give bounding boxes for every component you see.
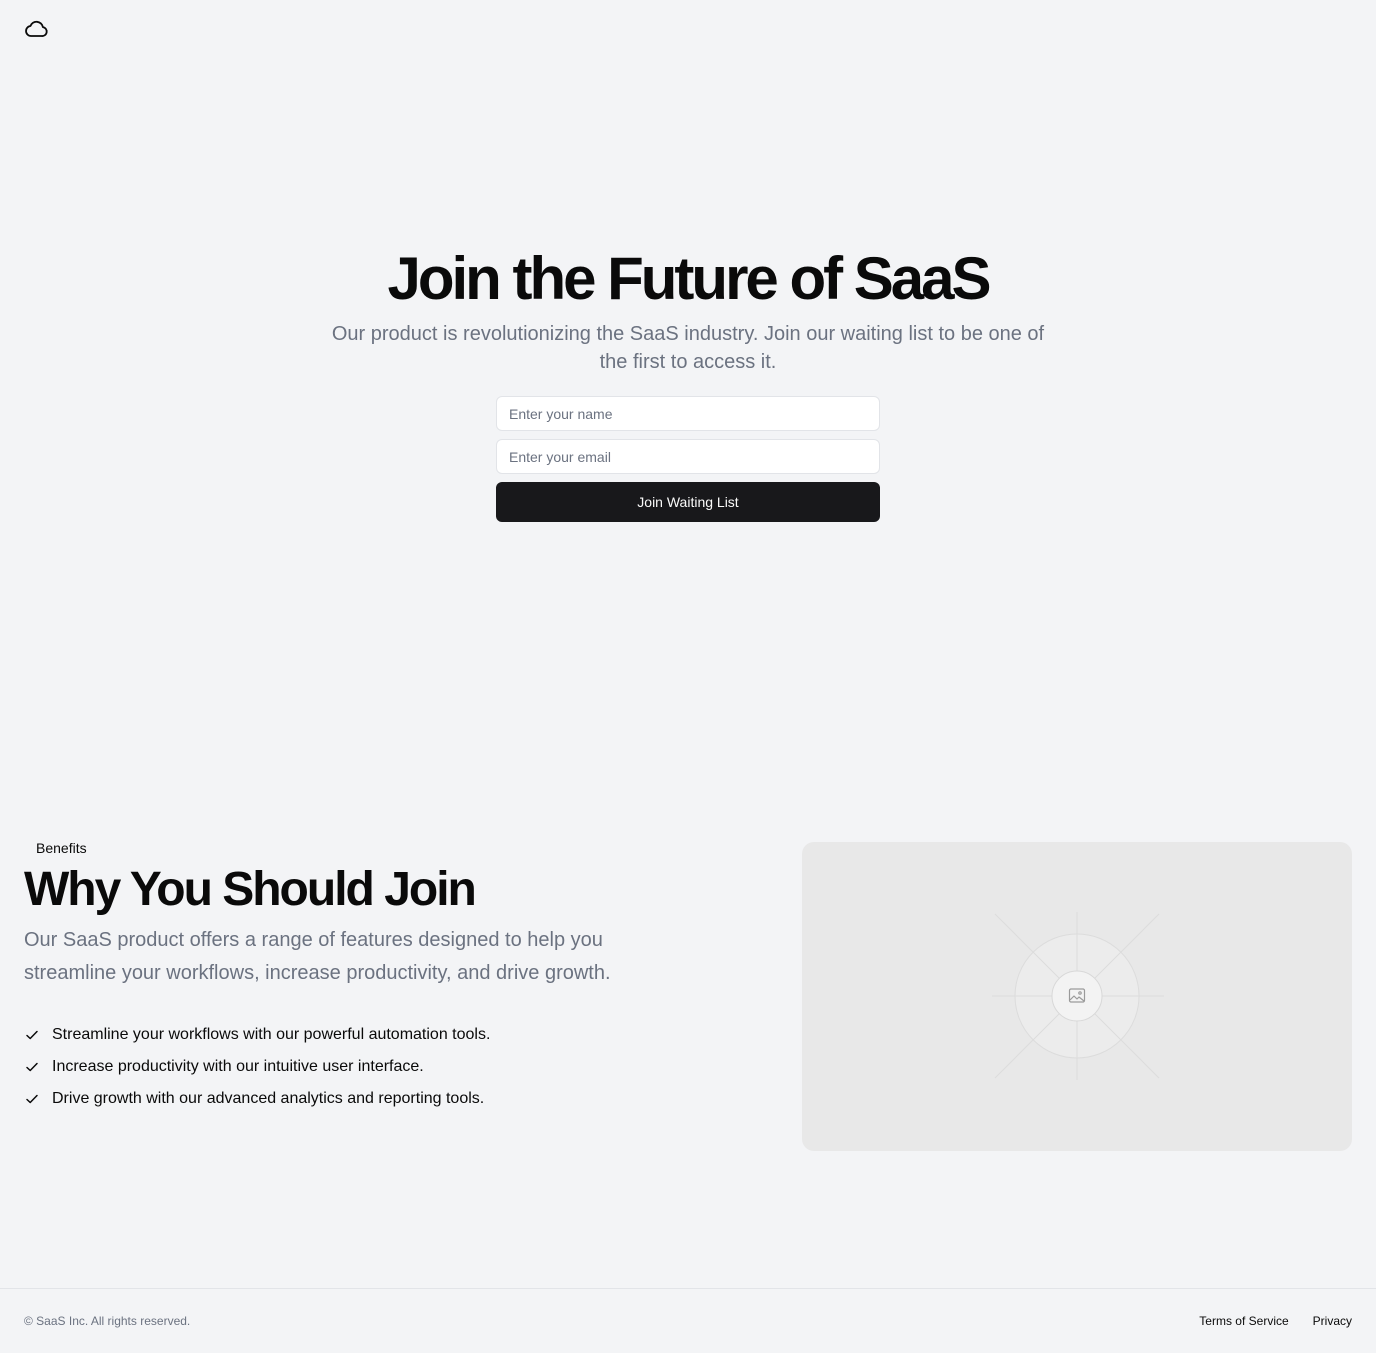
check-icon (24, 1091, 40, 1107)
name-input[interactable] (496, 396, 880, 431)
list-item: Streamline your workflows with our power… (24, 1019, 644, 1051)
check-icon (24, 1059, 40, 1075)
benefit-text: Streamline your workflows with our power… (52, 1026, 491, 1043)
cloud-icon[interactable] (24, 18, 48, 40)
terms-of-service-link[interactable]: Terms of Service (1199, 1313, 1288, 1329)
join-waiting-list-button[interactable]: Join Waiting List (496, 482, 880, 522)
check-icon (24, 1027, 40, 1043)
hero-section: Join the Future of SaaS Our product is r… (0, 240, 1376, 522)
footer-nav: Terms of Service Privacy (1175, 1313, 1352, 1329)
image-placeholder-icon (992, 912, 1164, 1080)
benefit-text: Drive growth with our advanced analytics… (52, 1090, 485, 1107)
benefits-description: Our SaaS product offers a range of featu… (24, 929, 611, 984)
footer: © SaaS Inc. All rights reserved. Terms o… (0, 1288, 1376, 1353)
landing-page: Join the Future of SaaS Our product is r… (0, 0, 1376, 1353)
privacy-link[interactable]: Privacy (1313, 1313, 1352, 1329)
waitlist-form: Join Waiting List (496, 396, 880, 522)
list-item: Drive growth with our advanced analytics… (24, 1083, 644, 1115)
benefits-badge: Benefits (36, 840, 87, 856)
list-item: Increase productivity with our intuitive… (24, 1051, 644, 1083)
hero-subtitle: Our product is revolutionizing the SaaS … (331, 323, 1045, 373)
benefits-list: Streamline your workflows with our power… (24, 1019, 644, 1115)
hero-title: Join the Future of SaaS (387, 245, 991, 312)
email-input[interactable] (496, 439, 880, 474)
footer-copyright: © SaaS Inc. All rights reserved. (24, 1314, 191, 1328)
benefits-section: Benefits Why You Should Join Our SaaS pr… (24, 838, 644, 1115)
benefits-title: Why You Should Join (24, 863, 477, 916)
benefit-text: Increase productivity with our intuitive… (52, 1058, 424, 1075)
benefits-image-placeholder (802, 842, 1352, 1151)
